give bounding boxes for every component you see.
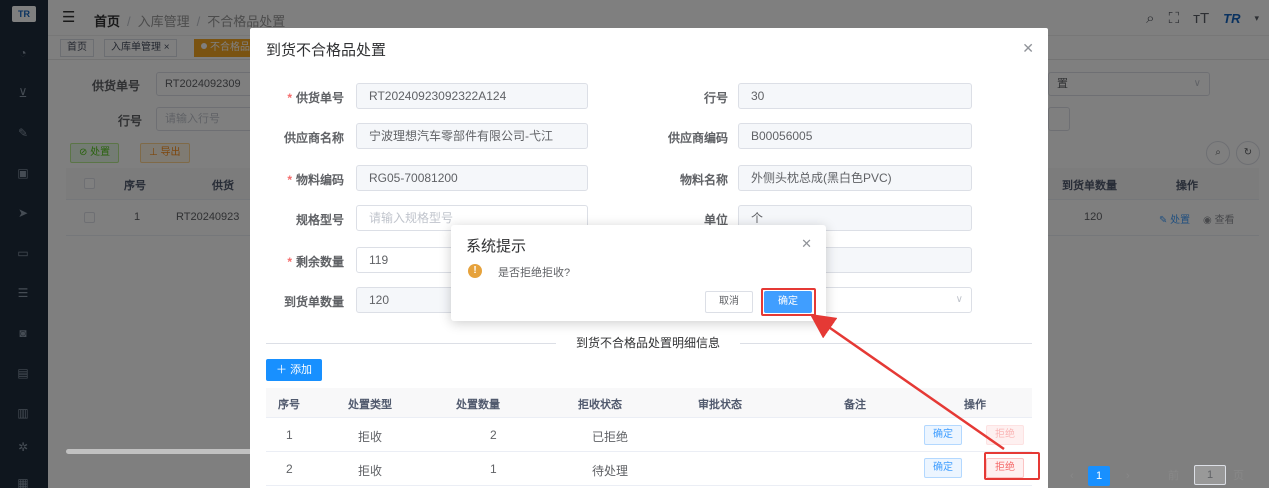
material-code-label: * 物料编码 [287, 173, 344, 187]
horizontal-scrollbar[interactable] [66, 449, 266, 454]
spec-label: 规格型号 [295, 213, 344, 227]
dialog-title: 到货不合格品处置 [266, 42, 387, 59]
next-icon[interactable]: › [1126, 466, 1130, 486]
supplier-name-field[interactable]: 宁波理想汽车零部件有限公司-弋江 [356, 123, 588, 149]
page-current[interactable]: 1 [1088, 466, 1110, 486]
table-row: 2 拒收 1 待处理 确定 拒绝 [266, 452, 1032, 486]
message-text: 是否拒绝拒收? [498, 267, 571, 279]
highlight-confirm-annotation [761, 288, 816, 316]
material-name-field[interactable]: 外侧头枕总成(黑白色PVC) [738, 165, 972, 191]
add-button[interactable]: ＋ 添加 [266, 359, 323, 381]
supplier-code-label: 供应商编码 [667, 131, 728, 145]
supply-no-field[interactable]: RT20240923092322A124 [356, 83, 588, 109]
detail-table-header: 序号 处置类型 处置数量 拒收状态 审批状态 备注 操作 [266, 388, 1032, 418]
chevron-down-icon: ∨ [955, 294, 963, 305]
row2-confirm-button[interactable]: 确定 [924, 458, 962, 478]
goto-input[interactable]: 1 [1194, 465, 1226, 485]
supplier-name-label: 供应商名称 [283, 131, 344, 145]
arrival-qty-label: 到货单数量 [283, 295, 344, 309]
table-row: 1 拒收 2 已拒绝 确定 拒绝 [266, 418, 1032, 452]
close-icon[interactable]: ✕ [801, 236, 812, 252]
highlight-reject-annotation [984, 452, 1040, 480]
row1-confirm-button[interactable]: 确定 [924, 425, 962, 445]
detail-section-title: 到货不合格品处置明细信息 [556, 334, 741, 351]
warning-icon: ! [468, 264, 482, 278]
row1-reject-button[interactable]: 拒绝 [986, 425, 1024, 445]
cancel-button[interactable]: 取消 [705, 291, 753, 313]
line-no-label: 行号 [703, 91, 728, 105]
supply-no-label: * 供货单号 [287, 91, 344, 105]
remaining-qty-label: * 剩余数量 [287, 255, 344, 269]
material-name-label: 物料名称 [679, 173, 728, 187]
supplier-code-field[interactable]: B00056005 [738, 123, 972, 149]
goto-label: 前往 [1168, 470, 1179, 482]
message-box-title: 系统提示 [466, 238, 527, 255]
material-code-field[interactable]: RG05-70081200 [356, 165, 588, 191]
page-unit: 页 [1233, 470, 1244, 482]
line-no-field[interactable]: 30 [738, 83, 972, 109]
prev-icon[interactable]: ‹ [1070, 466, 1074, 486]
confirm-message-box: 系统提示 ✕ ! 是否拒绝拒收? 取消 确定 [451, 225, 826, 321]
close-icon[interactable]: ✕ [1022, 40, 1034, 57]
